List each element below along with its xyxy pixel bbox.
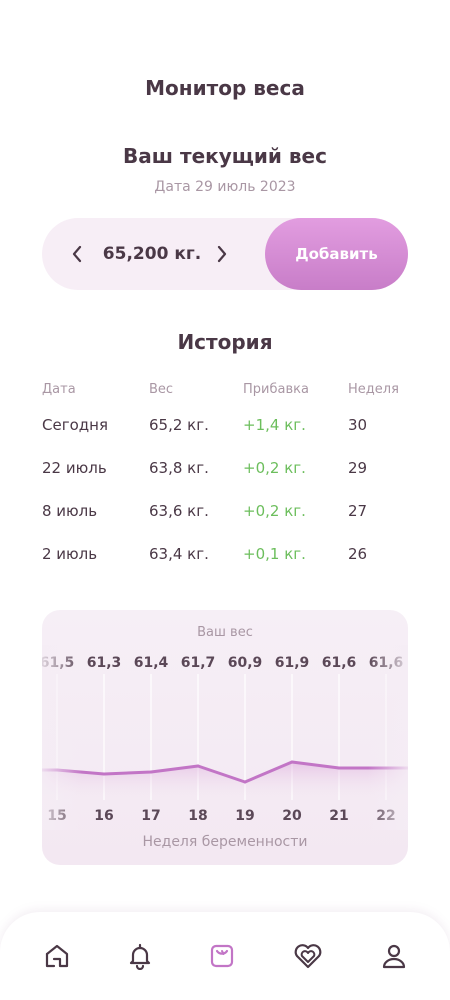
- chart-value-label: 60,9: [228, 655, 263, 671]
- nav-weight[interactable]: [200, 934, 244, 978]
- row-gain: +0,2 кг.: [243, 502, 306, 520]
- table-row[interactable]: Сегодня 65,2 кг. +1,4 кг. 30: [42, 416, 412, 459]
- chart-x-tick-label: 20: [282, 808, 302, 824]
- chart-edge-fade: [368, 645, 408, 830]
- row-gain: +1,4 кг.: [243, 416, 306, 434]
- current-weight-title: Ваш текущий вес: [123, 144, 327, 168]
- nav-notifications[interactable]: [118, 934, 162, 978]
- heart-icon: [294, 944, 322, 969]
- chart-x-tick-label: 19: [235, 808, 254, 824]
- chart-x-tick-label: 17: [141, 808, 160, 824]
- chart-point[interactable]: [337, 766, 341, 770]
- nav-profile[interactable]: [372, 934, 416, 978]
- row-date: 8 июль: [42, 502, 98, 520]
- chart-x-tick-label: 18: [188, 808, 207, 824]
- row-weight: 63,4 кг.: [149, 545, 209, 563]
- column-header-date: Дата: [42, 382, 76, 397]
- row-gain: +0,1 кг.: [243, 545, 306, 563]
- current-date: Дата 29 июль 2023: [154, 179, 296, 195]
- row-week: 30: [348, 416, 368, 434]
- weight-chart[interactable]: 61,561,361,461,760,961,961,661,615161718…: [42, 610, 408, 865]
- chevron-right-icon: [217, 245, 227, 263]
- chart-value-label: 61,4: [134, 655, 169, 671]
- bell-icon: [129, 943, 151, 970]
- chart-value-label: 61,3: [87, 655, 122, 671]
- chart-point[interactable]: [243, 780, 247, 784]
- row-weight: 63,6 кг.: [149, 502, 209, 520]
- row-weight: 63,8 кг.: [149, 459, 209, 477]
- user-icon: [382, 944, 406, 969]
- chart-value-label: 61,6: [322, 655, 357, 671]
- weight-value: 65,200 кг.: [102, 244, 202, 264]
- weight-selector: 65,200 кг. Добавить: [42, 218, 408, 290]
- column-header-gain: Прибавка: [243, 382, 309, 397]
- nav-home[interactable]: [35, 934, 79, 978]
- add-weight-button[interactable]: Добавить: [265, 218, 408, 290]
- history-table: Дата Вес Прибавка Неделя Сегодня 65,2 кг…: [42, 380, 412, 588]
- chart-point[interactable]: [149, 770, 153, 774]
- increase-weight-button[interactable]: [207, 218, 237, 290]
- row-date: Сегодня: [42, 416, 108, 434]
- row-week: 27: [348, 502, 368, 520]
- chart-value-label: 61,7: [181, 655, 216, 671]
- table-header: Дата Вес Прибавка Неделя: [42, 380, 412, 416]
- row-weight: 65,2 кг.: [149, 416, 209, 434]
- chart-value-label: 61,9: [275, 655, 310, 671]
- decrease-weight-button[interactable]: [62, 218, 92, 290]
- chart-point[interactable]: [102, 772, 106, 776]
- chart-x-axis-label: Неделя беременности: [142, 834, 308, 850]
- home-icon: [45, 944, 69, 968]
- row-date: 22 июль: [42, 459, 107, 477]
- row-week: 26: [348, 545, 368, 563]
- bottom-navigation: [0, 912, 450, 1000]
- page-title: Монитор веса: [145, 76, 305, 100]
- nav-favorites[interactable]: [286, 934, 330, 978]
- table-row[interactable]: 22 июль 63,8 кг. +0,2 кг. 29: [42, 459, 412, 502]
- chart-x-tick-label: 21: [329, 808, 348, 824]
- history-title: История: [177, 330, 273, 354]
- scale-icon: [210, 944, 234, 968]
- chart-x-tick-label: 16: [94, 808, 113, 824]
- table-row[interactable]: 8 июль 63,6 кг. +0,2 кг. 27: [42, 502, 412, 545]
- row-date: 2 июль: [42, 545, 98, 563]
- row-week: 29: [348, 459, 368, 477]
- chevron-left-icon: [72, 245, 82, 263]
- table-row[interactable]: 2 июль 63,4 кг. +0,1 кг. 26: [42, 545, 412, 588]
- column-header-week: Неделя: [348, 382, 399, 397]
- column-header-weight: Вес: [149, 382, 174, 397]
- row-gain: +0,2 кг.: [243, 459, 306, 477]
- chart-point[interactable]: [196, 764, 200, 768]
- chart-point[interactable]: [290, 760, 294, 764]
- chart-edge-fade: [42, 645, 82, 830]
- weight-chart-card[interactable]: Ваш вес 61,561,361,461,760,961,961,661,6…: [42, 610, 408, 865]
